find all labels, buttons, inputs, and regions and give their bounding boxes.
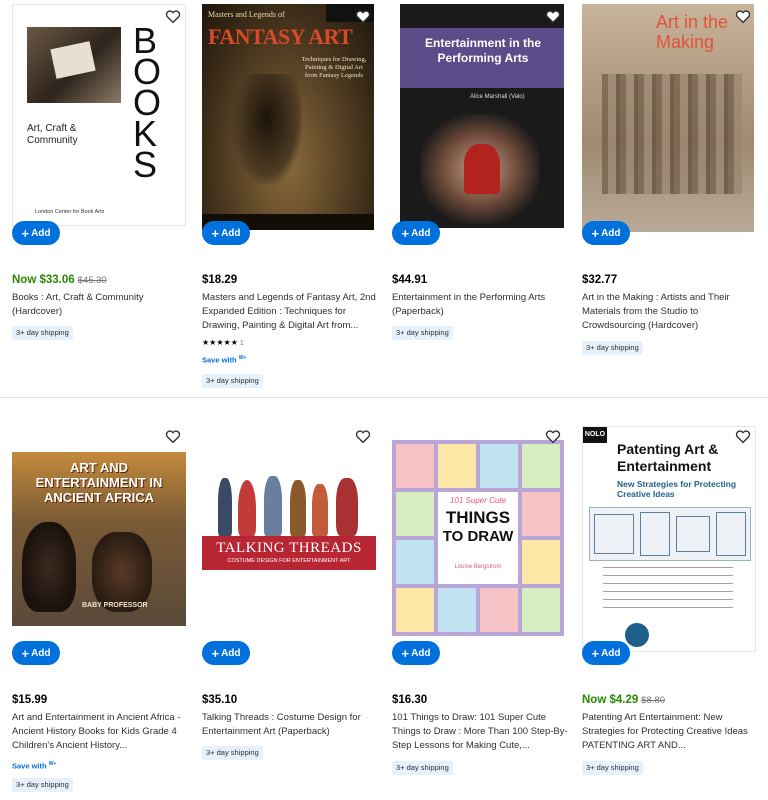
cover-title: TALKING THREADS [216,540,362,556]
price: $18.29 [202,274,238,286]
cover-title-main-2: TO DRAW [442,528,514,545]
add-to-cart-button[interactable]: + Add [12,641,60,665]
cover-tagline: Techniques for Drawing, Painting & Digit… [301,56,367,79]
book-cover: Art in the Making [582,4,754,232]
product-title[interactable]: Books : Art, Craft & Community (Hardcove… [12,291,190,319]
product-image[interactable]: Masters and Legends of FANTASY ART Techn… [202,0,380,245]
shipping-badge: 3+ day shipping [582,341,643,355]
cover-author: BABY PROFESSOR [82,602,148,609]
book-cover: TALKING THREADS COSTUME DESIGN FOR ENTER… [202,474,376,578]
rating-stars-icon: ★★★★★ [202,338,238,347]
price: $44.91 [392,274,428,286]
favorite-heart-icon[interactable] [353,426,373,446]
cover-subtitle: New Strategies for Protecting Creative I… [617,479,737,499]
cover-publisher: London Center for Book Arts [35,209,105,215]
cover-title-top: 101 Super Cute [449,496,507,505]
walmart-plus-icon: W+ [238,355,247,361]
product-image[interactable]: Entertainment in the Performing Arts Ali… [392,0,570,245]
product-title[interactable]: Art and Entertainment in Ancient Africa … [12,711,190,753]
shipping-badge: 3+ day shipping [392,326,453,340]
shipping-badge: 3+ day shipping [582,761,643,775]
book-cover: ART AND ENTERTAINMENT IN ANCIENT AFRICA … [12,452,186,626]
now-price: Now $4.29 [582,694,639,706]
add-to-cart-button[interactable]: + Add [392,641,440,665]
product-image[interactable]: NOLO Patenting Art & Entertainment New S… [582,420,760,665]
cover-subtitle: Art, Craft & Community [27,123,78,146]
plus-icon: + [211,645,220,661]
product-title[interactable]: Art in the Making : Artists and Their Ma… [582,291,760,333]
plus-icon: + [401,225,410,241]
favorite-heart-icon[interactable] [543,6,563,26]
cover-title: Entertainment in the Performing Arts [424,36,541,65]
cover-title: BOOKS [133,20,162,185]
plus-icon: + [401,645,410,661]
add-to-cart-button[interactable]: + Add [202,641,250,665]
product-title[interactable]: Patenting Art Entertainment: New Strateg… [582,711,760,753]
favorite-heart-icon[interactable] [353,6,373,26]
shipping-badge: 3+ day shipping [202,374,263,388]
add-to-cart-button[interactable]: + Add [202,221,250,245]
plus-icon: + [591,645,600,661]
rating: ★★★★★ 1 [202,338,244,347]
book-cover: NOLO Patenting Art & Entertainment New S… [582,426,756,652]
product-image[interactable]: 101 Super Cute THINGS TO DRAW Louise Ber… [392,420,570,665]
shipping-badge: 3+ day shipping [12,326,73,340]
now-price: Now $33.06 [12,274,75,286]
plus-icon: + [591,225,600,241]
favorite-heart-icon[interactable] [733,426,753,446]
cover-author: Louise Bergstrom [454,564,502,570]
favorite-heart-icon[interactable] [163,6,183,26]
plus-icon: + [21,225,30,241]
favorite-heart-icon[interactable] [733,6,753,26]
was-price: $45.30 [77,275,107,286]
favorite-heart-icon[interactable] [163,426,183,446]
cover-title: ART AND ENTERTAINMENT IN ANCIENT AFRICA [35,460,163,505]
product-image[interactable]: TALKING THREADS COSTUME DESIGN FOR ENTER… [202,420,380,665]
save-with-walmart-plus: Save with W+ [202,355,247,365]
book-cover: Art, Craft & Community BOOKS London Cent… [12,4,186,226]
add-to-cart-button[interactable]: + Add [582,221,630,245]
shipping-badge: 3+ day shipping [202,746,263,760]
book-cover: 101 Super Cute THINGS TO DRAW Louise Ber… [392,440,564,636]
price: $15.99 [12,694,48,706]
cover-author: Alice Marshall (Valo) [470,94,525,100]
cover-title-main-1: THINGS [445,508,511,527]
product-image[interactable]: ART AND ENTERTAINMENT IN ANCIENT AFRICA … [12,420,190,665]
save-with-walmart-plus: Save with W+ [12,761,57,771]
price: $32.77 [582,274,618,286]
price: $16.30 [392,694,428,706]
plus-icon: + [211,225,220,241]
product-title[interactable]: Talking Threads : Costume Design for Ent… [202,711,380,739]
add-to-cart-button[interactable]: + Add [12,221,60,245]
walmart-plus-icon: W+ [48,761,57,767]
price: Now $4.29 $8.80 [582,694,665,706]
nolo-logo: NOLO [583,427,607,443]
add-to-cart-button[interactable]: + Add [582,641,630,665]
price: Now $33.06 $45.30 [12,274,107,286]
product-title[interactable]: Entertainment in the Performing Arts (Pa… [392,291,570,319]
book-cover: Entertainment in the Performing Arts Ali… [400,4,564,228]
favorite-heart-icon[interactable] [543,426,563,446]
product-title[interactable]: Masters and Legends of Fantasy Art, 2nd … [202,291,380,333]
row-divider [0,397,768,398]
book-cover: Masters and Legends of FANTASY ART Techn… [202,4,374,230]
shipping-badge: 3+ day shipping [392,761,453,775]
cover-header: Masters and Legends of [208,10,285,19]
product-image[interactable]: Art, Craft & Community BOOKS London Cent… [12,0,190,245]
shipping-badge: 3+ day shipping [12,778,73,792]
product-image[interactable]: Art in the Making + Add [582,0,760,245]
plus-icon: + [21,645,30,661]
add-to-cart-button[interactable]: + Add [392,221,440,245]
rating-count: 1 [239,340,244,347]
cover-title-2: Entertainment [617,458,712,474]
was-price: $8.80 [641,695,666,706]
price: $35.10 [202,694,238,706]
product-title[interactable]: 101 Things to Draw: 101 Super Cute Thing… [392,711,570,753]
cover-title: FANTASY ART [208,24,353,49]
cover-subtitle: COSTUME DESIGN FOR ENTERTAINMENT ART [227,558,351,564]
